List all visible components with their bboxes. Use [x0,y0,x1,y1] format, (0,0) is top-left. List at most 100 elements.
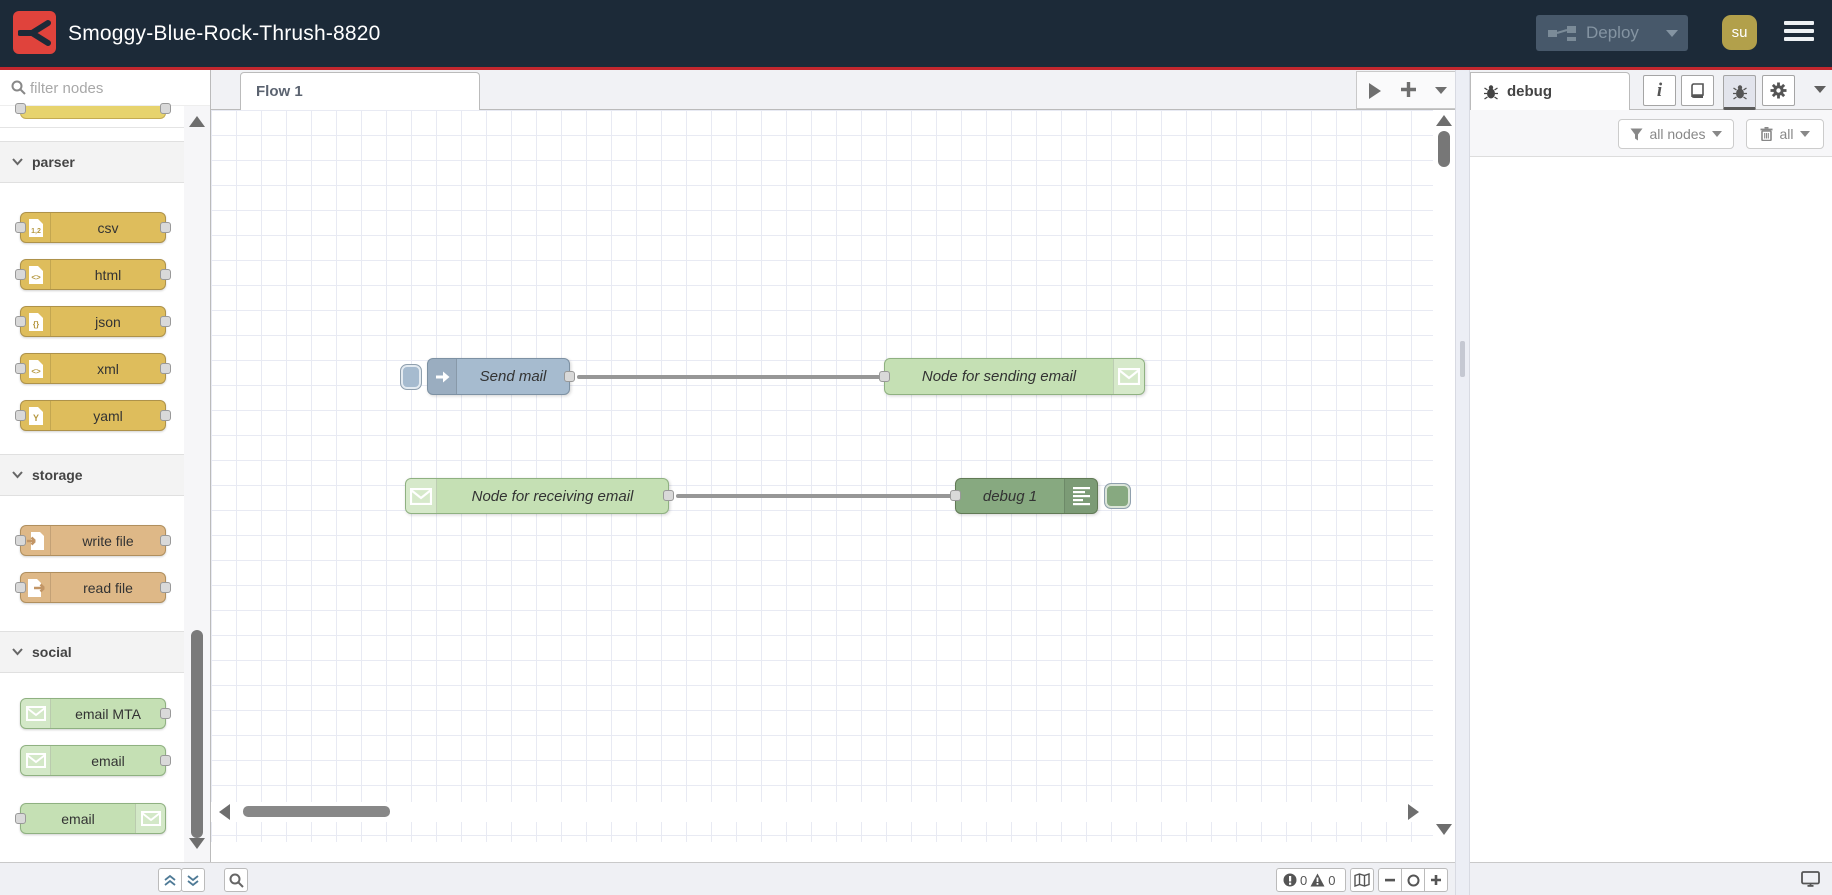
palette-node-json[interactable]: {} json [15,306,171,337]
scroll-up-icon[interactable] [1436,115,1452,126]
node-port[interactable] [15,534,26,546]
double-chevron-down-icon [187,874,199,886]
canvas-hscrollbar-thumb[interactable] [243,806,390,817]
debug-tab-button[interactable] [1723,75,1756,110]
expand-categories-button[interactable] [181,868,205,892]
category-label: parser [32,154,75,170]
palette-node-yaml[interactable]: Y yaml [15,400,171,431]
scroll-down-icon[interactable] [1436,824,1452,835]
node-port[interactable] [15,315,26,327]
input-port[interactable] [950,490,961,501]
category-label: social [32,644,72,660]
tab-flow-1[interactable]: Flow 1 [240,72,480,110]
scroll-right-icon[interactable] [1408,804,1419,820]
zoom-reset-button[interactable] [1401,869,1424,891]
node-port[interactable] [160,534,171,546]
navigator-toggle-button[interactable] [1350,868,1374,892]
flow-canvas[interactable]: Send mail Node for sending email Node fo… [211,110,1455,842]
trash-icon [1760,127,1773,141]
node-port[interactable] [160,315,171,327]
palette-node-read-file[interactable]: read file [15,572,171,603]
node-port[interactable] [160,581,171,593]
node-for-sending-email[interactable]: Node for sending email [879,358,1145,395]
flow-list-dropdown-icon[interactable] [1435,87,1447,94]
debug-toggle-button[interactable] [1104,483,1131,509]
open-debug-window-button[interactable] [1801,871,1820,893]
node-port[interactable] [160,221,171,233]
node-port[interactable] [15,103,26,114]
debug-filter-button[interactable]: all nodes [1618,119,1734,149]
node-send-mail[interactable]: Send mail [427,358,575,395]
palette-node-write-file[interactable]: write file [15,525,171,556]
node-port[interactable] [15,268,26,280]
chevron-down-icon [1799,131,1810,137]
deploy-button[interactable]: Deploy [1536,15,1688,51]
debug-clear-button[interactable]: all [1746,119,1824,149]
tab-debug[interactable]: debug [1470,72,1630,110]
palette-search[interactable] [0,70,210,106]
palette-node-xml[interactable]: <> xml [15,353,171,384]
category-parser[interactable]: parser [0,141,184,183]
node-port[interactable] [15,221,26,233]
palette-node-email-in[interactable]: email [20,745,171,776]
deploy-dropdown-icon[interactable] [1666,30,1678,37]
canvas-hscrollbar[interactable] [211,802,1455,822]
sidebar-resize-handle[interactable] [1455,70,1470,895]
palette-node-partial[interactable] [15,103,171,119]
node-port[interactable] [160,268,171,280]
wire[interactable] [577,374,881,379]
palette-node-email-out[interactable]: email [15,803,166,834]
node-port[interactable] [15,362,26,374]
user-avatar[interactable]: su [1722,15,1757,50]
book-icon [1691,83,1704,98]
svg-text:<>: <> [31,273,41,282]
add-flow-button[interactable] [1399,80,1418,99]
node-port[interactable] [15,812,26,824]
node-port[interactable] [15,409,26,421]
filter-nodes-input[interactable] [30,74,180,102]
node-port[interactable] [160,707,171,719]
node-for-receiving-email[interactable]: Node for receiving email [405,478,674,514]
canvas-vscrollbar[interactable] [1433,110,1455,842]
help-tab-button[interactable] [1681,75,1714,106]
node-port[interactable] [160,754,171,766]
input-port[interactable] [879,370,890,382]
palette-node-html[interactable]: <> html [15,259,171,290]
debug-sidebar: debug i all nodes all [1470,70,1832,862]
sidebar-menu-icon[interactable] [1814,86,1826,93]
sidebar-tabbar: debug i [1470,70,1832,110]
resize-grip[interactable] [1460,341,1465,377]
search-flows-button[interactable] [224,868,248,892]
search-icon [229,873,244,888]
category-storage[interactable]: storage [0,454,184,496]
node-port[interactable] [15,581,26,593]
debug-output-icon [1064,479,1097,513]
main-menu-button[interactable] [1784,21,1814,47]
wire[interactable] [676,494,952,498]
notification-counts[interactable]: 0 0 [1276,868,1346,892]
node-port[interactable] [160,362,171,374]
output-port[interactable] [663,490,674,501]
debug-messages-panel[interactable] [1470,157,1832,862]
zoom-controls [1378,868,1448,892]
scroll-left-icon[interactable] [219,804,230,820]
output-port[interactable] [564,370,575,382]
node-port[interactable] [160,409,171,421]
next-tab-icon[interactable] [1369,83,1381,99]
inject-trigger-button[interactable] [400,364,422,390]
palette-node-csv[interactable]: 1,2 csv [15,212,171,243]
zoom-in-button[interactable] [1424,869,1447,891]
palette-scrollbar-thumb[interactable] [191,630,203,838]
palette-scroll-down-icon[interactable] [189,838,205,849]
zoom-out-button[interactable] [1379,869,1401,891]
node-port[interactable] [160,103,171,114]
palette-node-email-mta[interactable]: email MTA [20,698,171,729]
collapse-categories-button[interactable] [158,868,182,892]
info-tab-button[interactable]: i [1643,75,1676,106]
category-social[interactable]: social [0,631,184,673]
config-tab-button[interactable] [1762,75,1795,106]
palette-scroll-up-icon[interactable] [189,116,205,127]
node-debug-1[interactable]: debug 1 [950,478,1098,514]
circle-icon [1407,874,1419,886]
canvas-vscrollbar-thumb[interactable] [1438,131,1450,167]
